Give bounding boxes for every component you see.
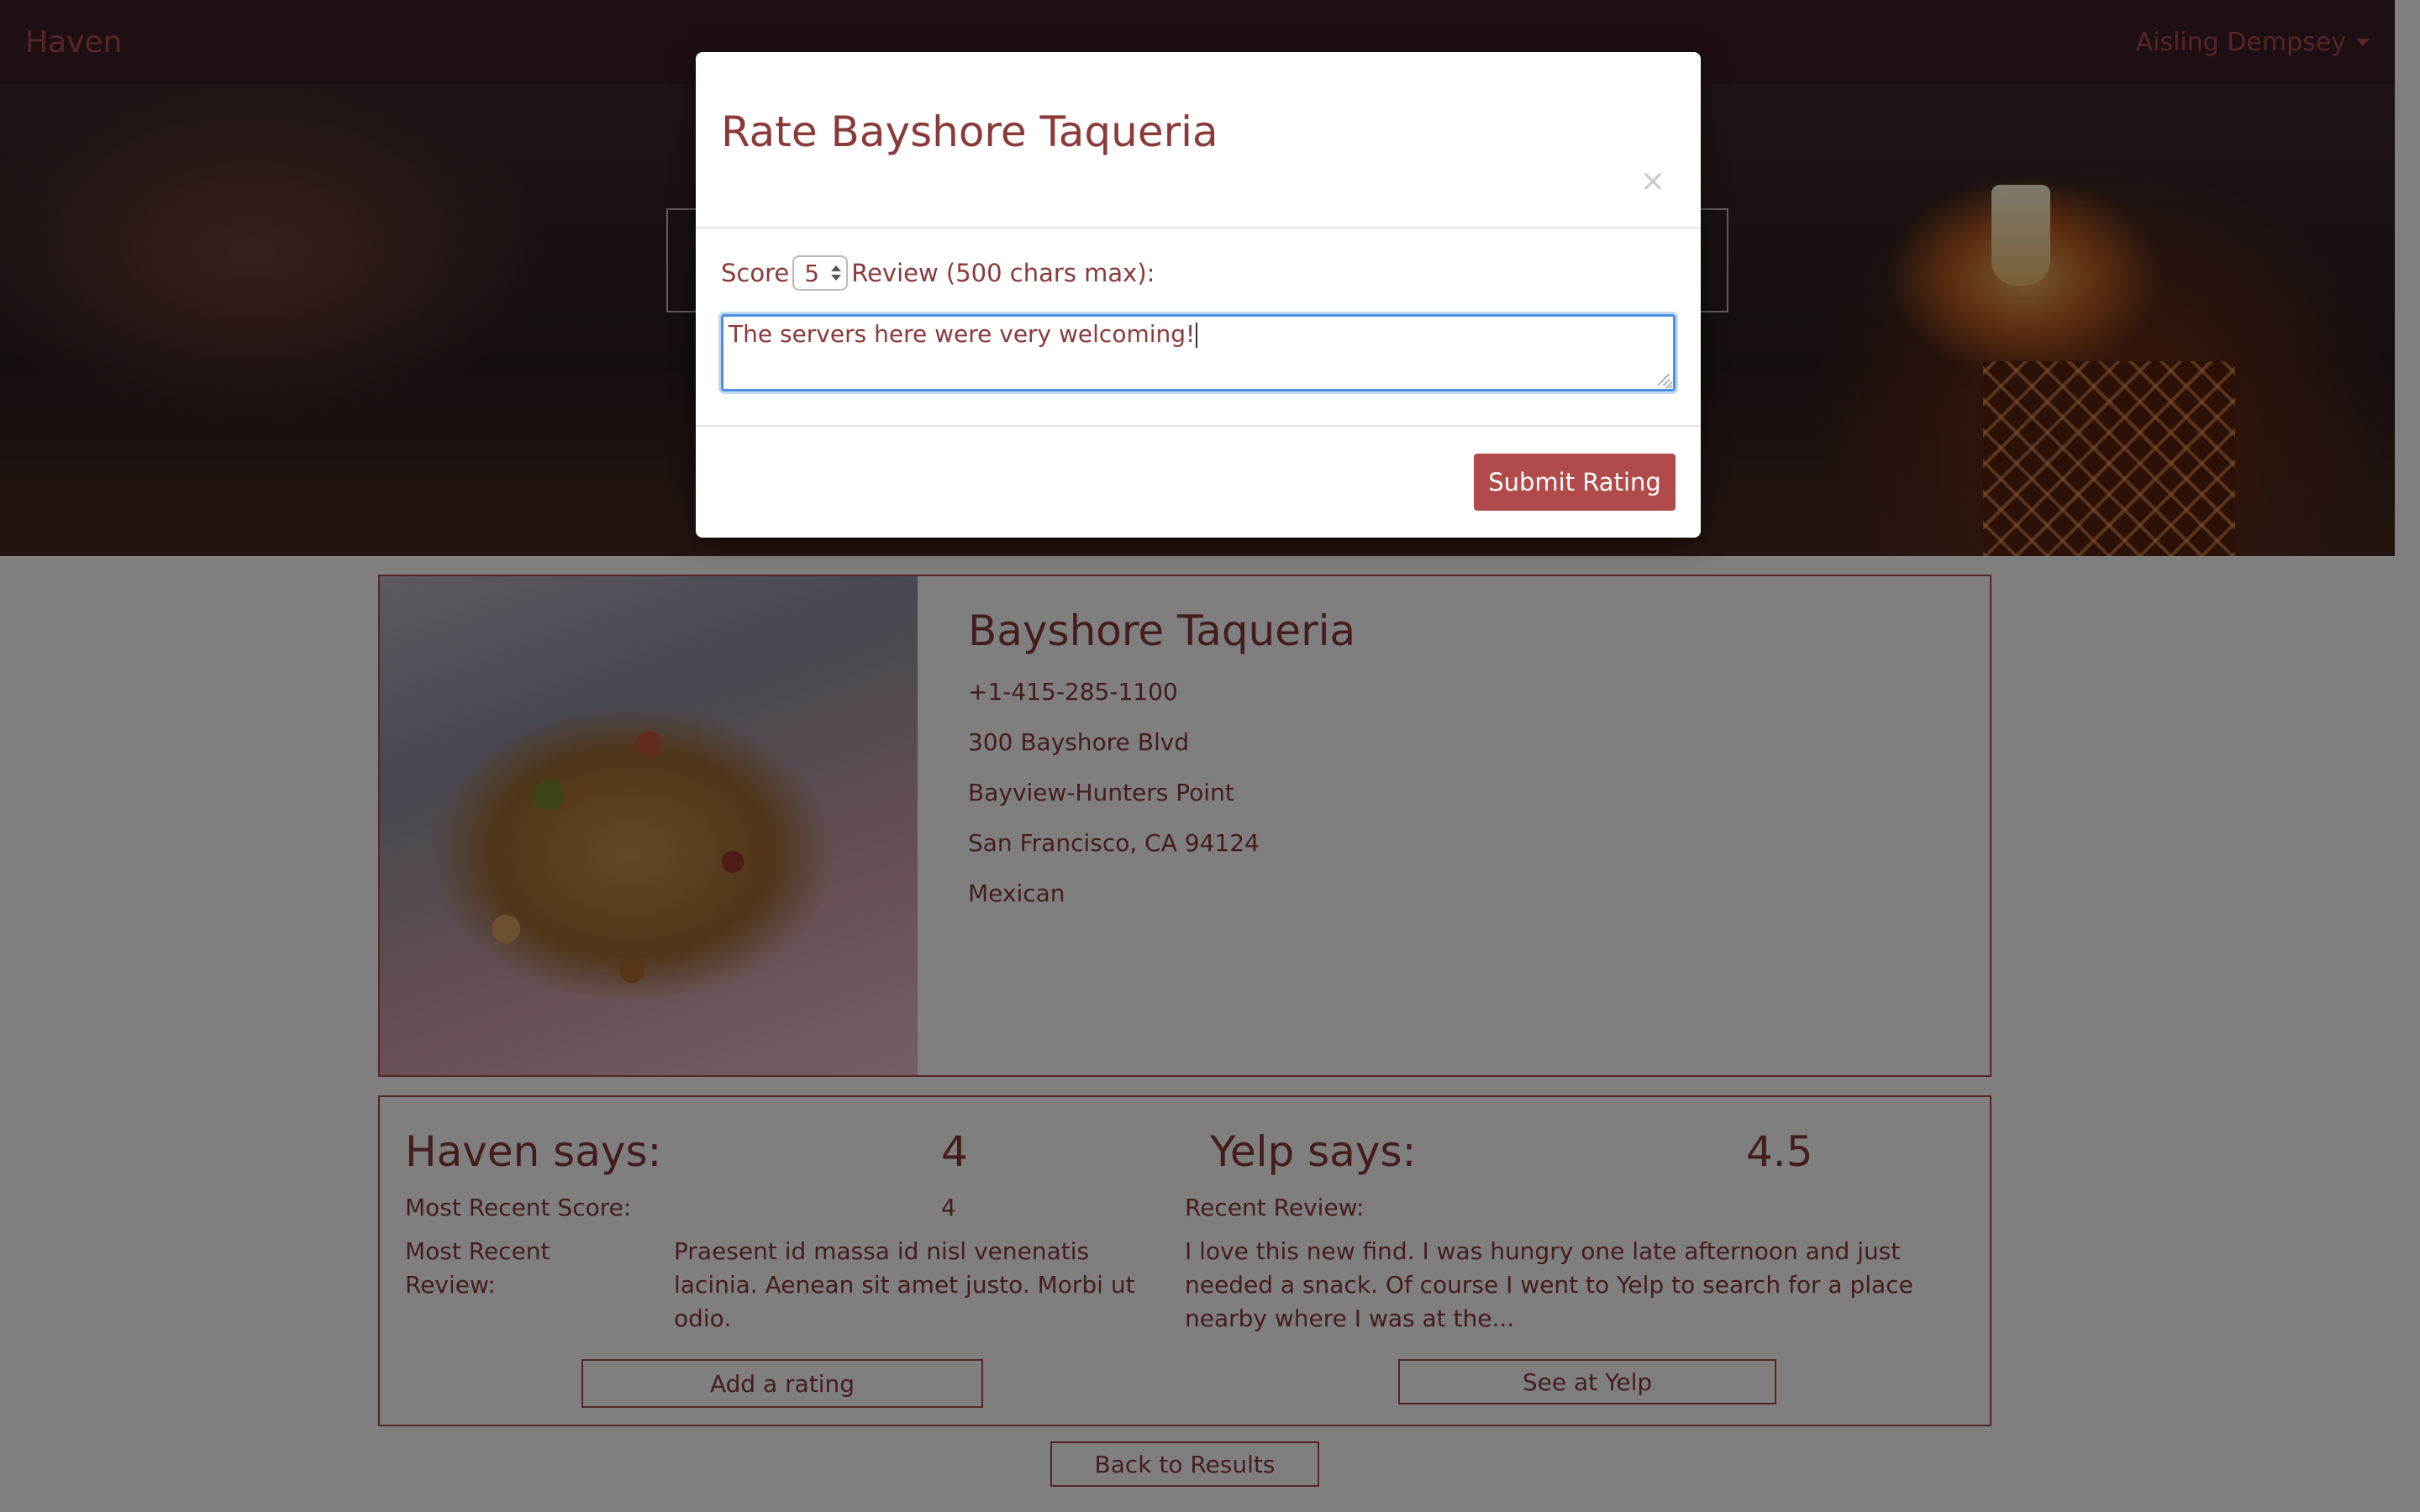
rating-form-row: Score 5 Review (500 chars max): (721, 255, 1155, 291)
text-cursor (1196, 323, 1198, 348)
modal-body: Score 5 Review (500 chars max): The serv… (696, 228, 1701, 427)
modal-title: Rate Bayshore Taqueria (721, 108, 1218, 156)
review-label: Review (500 chars max): (851, 259, 1155, 287)
modal-header: Rate Bayshore Taqueria × (696, 52, 1701, 228)
modal-footer: Submit Rating (696, 427, 1701, 538)
score-select[interactable]: 5 (792, 255, 849, 291)
review-textarea[interactable]: The servers here were very welcoming! (721, 314, 1676, 391)
rating-modal: Rate Bayshore Taqueria × Score 5 Review … (696, 52, 1701, 538)
review-text: The servers here were very welcoming! (729, 320, 1196, 348)
select-arrows-icon (831, 265, 842, 281)
score-value: 5 (804, 259, 820, 287)
close-icon[interactable]: × (1640, 166, 1665, 197)
score-label: Score (721, 259, 790, 287)
submit-rating-button[interactable]: Submit Rating (1474, 454, 1676, 511)
resize-handle-icon[interactable] (1658, 374, 1670, 386)
